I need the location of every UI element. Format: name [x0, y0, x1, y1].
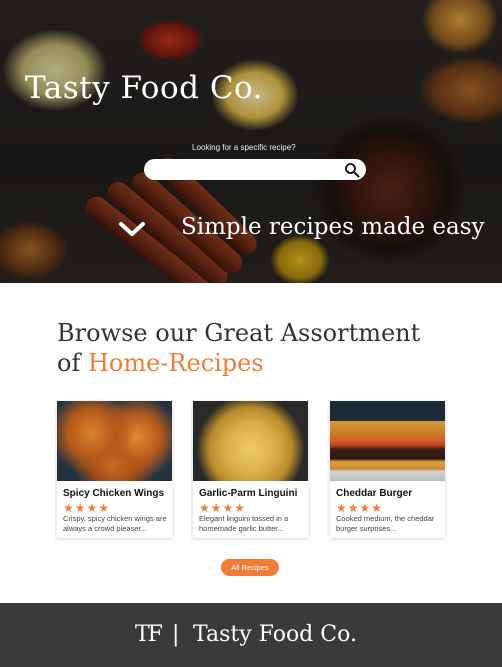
footer-separator: | [172, 622, 180, 647]
search-caption: Looking for a specific recipe? [192, 143, 296, 152]
linguini-photo[interactable] [193, 401, 308, 481]
recipe-card[interactable]: Cheddar Burger ★★★★ Cooked medium, the c… [330, 401, 445, 538]
footer-logo-mark[interactable]: TF [135, 622, 163, 647]
recipe-card[interactable]: Spicy Chicken Wings ★★★★ Crispy, spicy c… [57, 401, 172, 538]
all-recipes-button[interactable]: All Recipes [221, 559, 279, 576]
recipe-name[interactable]: Cheddar Burger [336, 488, 412, 499]
hero-banner: Tasty Food Co. Looking for a specific re… [0, 0, 502, 283]
browse-heading-line2: of Home-Recipes [57, 348, 420, 378]
recipe-card[interactable]: Garlic-Parm Linguini ★★★★ Elegant lingui… [193, 401, 308, 538]
search-icon[interactable] [344, 162, 360, 178]
star-rating: ★★★★ [199, 501, 247, 515]
footer: TF | Tasty Food Co. [0, 603, 502, 667]
chevron-down-icon[interactable] [118, 220, 146, 238]
browse-heading: Browse our Great Assortment of Home-Reci… [57, 318, 420, 378]
burger-photo[interactable] [330, 401, 445, 481]
hero-overlay [0, 0, 502, 283]
star-rating: ★★★★ [63, 501, 111, 515]
search-input[interactable] [156, 162, 340, 179]
recipe-description: Cooked medium, the cheddar burger surpri… [336, 514, 435, 533]
star-rating: ★★★★ [336, 501, 384, 515]
hero-tagline: Simple recipes made easy [181, 214, 485, 240]
recipe-description: Elegant linguini tossed in a homemade ga… [199, 514, 289, 533]
browse-heading-accent: Home-Recipes [87, 349, 264, 377]
footer-brand-name[interactable]: Tasty Food Co. [193, 622, 357, 647]
search-bar[interactable] [144, 159, 366, 180]
recipe-description: Crispy, spicy chicken wings are always a… [63, 514, 167, 533]
site-title: Tasty Food Co. [25, 70, 264, 106]
browse-heading-prefix: of [57, 349, 88, 377]
recipe-name[interactable]: Garlic-Parm Linguini [199, 488, 297, 499]
chicken-wings-photo[interactable] [57, 401, 172, 481]
recipe-name[interactable]: Spicy Chicken Wings [63, 488, 164, 499]
browse-heading-line1: Browse our Great Assortment [57, 319, 421, 347]
